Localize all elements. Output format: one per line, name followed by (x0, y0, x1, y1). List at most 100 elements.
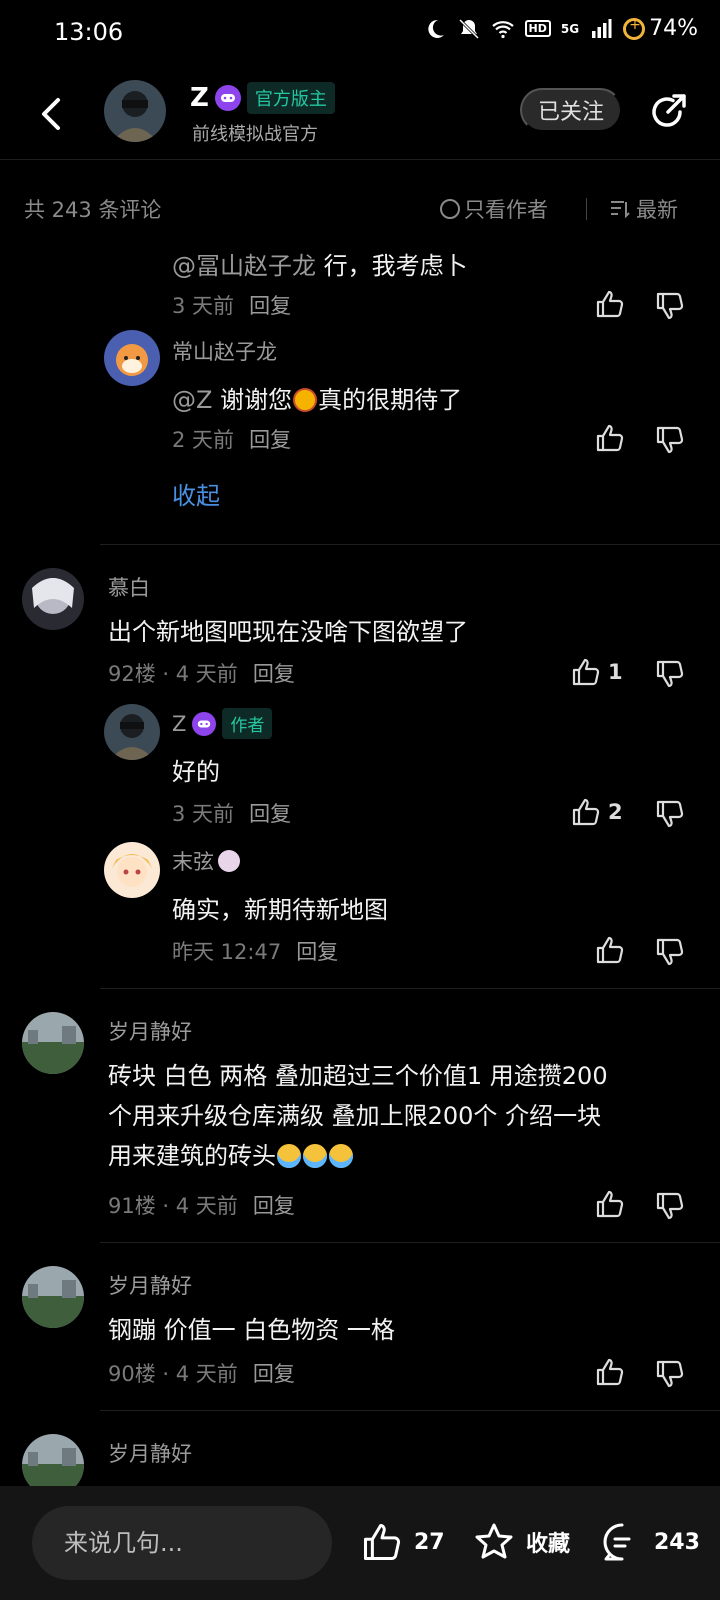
like-count: 1 (608, 660, 623, 684)
reply-time: 3 天前 (172, 294, 235, 318)
like-icon[interactable] (594, 422, 626, 454)
reply-button[interactable]: 回复 (253, 1362, 295, 1386)
reply-meta: 昨天 12:47 回复 (172, 936, 338, 966)
author-only-toggle[interactable]: 只看作者 (440, 194, 548, 224)
reply-text: 好的 (172, 758, 220, 786)
like-post-button[interactable]: 27 (360, 1520, 445, 1564)
like-icon[interactable] (594, 288, 626, 320)
comment-meta: 90楼 · 4 天前 回复 (108, 1358, 295, 1388)
comment-line-last: 用来建筑的砖头 (108, 1136, 708, 1176)
reply-button[interactable]: 回复 (249, 428, 291, 452)
commenter-name[interactable]: 岁月静好 (108, 1016, 192, 1046)
comment-meta: 91楼 · 4 天前 回复 (108, 1190, 295, 1220)
dislike-icon[interactable] (654, 936, 686, 968)
sort-icon (611, 201, 630, 219)
comment-count: 243 (654, 1529, 700, 1555)
commenter-name[interactable]: 岁月静好 (108, 1270, 192, 1300)
avatar[interactable] (22, 1012, 84, 1074)
dislike-icon[interactable] (654, 1190, 686, 1222)
author-name[interactable]: Z (190, 83, 209, 113)
dislike-icon[interactable] (654, 658, 686, 690)
comment-text: 砖块 白色 两格 叠加超过三个价值1 用途攒200 个用来升级仓库满级 叠加上限… (108, 1056, 708, 1176)
reply-body: 行，我考虑卜 (323, 252, 468, 280)
reply-text: 确实，新期待新地图 (172, 896, 388, 924)
reply-time: 2 天前 (172, 428, 235, 452)
crying-emoji-icon (329, 1144, 353, 1168)
gamepad-icon (192, 711, 217, 736)
author-only-label: 只看作者 (464, 198, 548, 222)
avatar[interactable] (22, 568, 84, 630)
follow-button[interactable]: 已关注 (520, 88, 622, 132)
avatar[interactable] (104, 704, 160, 760)
like-icon[interactable] (594, 934, 626, 966)
commenter-name[interactable]: 末弦 (172, 850, 214, 874)
comments-button[interactable]: 243 (600, 1520, 700, 1564)
favorite-label: 收藏 (526, 1532, 571, 1557)
grin-emoji-icon (293, 388, 318, 412)
share-icon[interactable] (646, 90, 690, 134)
comment-toolbar: 共 243 条评论 只看作者 最新 (0, 180, 720, 236)
divider (100, 988, 720, 989)
reply-name-row: Z 作者 (172, 708, 273, 739)
like-count: 2 (608, 800, 623, 824)
comment-icon (603, 1523, 631, 1561)
reply-button[interactable]: 回复 (253, 662, 295, 686)
comment-input[interactable]: 来说几句... (32, 1506, 332, 1580)
sort-label: 最新 (636, 198, 678, 222)
reply-button[interactable]: 回复 (249, 802, 291, 826)
divider (100, 1242, 720, 1243)
commenter-name[interactable]: 岁月静好 (108, 1438, 192, 1468)
like-icon[interactable] (570, 656, 602, 688)
reply-body-cont: 真的很期待了 (318, 386, 463, 414)
like-icon[interactable] (594, 1188, 626, 1220)
author-subtitle: 前线模拟战官方 (192, 124, 318, 145)
mention-link[interactable]: @Z (172, 386, 212, 414)
favorite-button[interactable]: 收藏 (472, 1520, 570, 1564)
crying-emoji-icon (277, 1144, 301, 1168)
user-badge-icon (218, 850, 240, 872)
reply-time: 昨天 12:47 (172, 940, 282, 964)
comment-meta: 92楼 · 4 天前 回复 (108, 658, 295, 688)
collapse-replies-link[interactable]: 收起 (172, 476, 220, 511)
wifi-icon (491, 20, 514, 38)
comment-text: 钢蹦 价值一 白色物资 一格 (108, 1316, 395, 1344)
avatar[interactable] (104, 842, 160, 898)
avatar[interactable] (22, 1266, 84, 1328)
bottom-action-bar: 来说几句... 27 收藏 243 (0, 1486, 720, 1600)
reply-meta: 3 天前 回复 (172, 798, 291, 828)
post-header: Z 官方版主 前线模拟战官方 已关注 (0, 70, 720, 160)
reply-button[interactable]: 回复 (253, 1194, 295, 1218)
comment-line: 砖块 白色 两格 叠加超过三个价值1 用途攒200 (108, 1062, 608, 1090)
author-name-row: Z 官方版主 (190, 82, 335, 114)
floor-time: 91楼 · 4 天前 (108, 1194, 238, 1218)
battery-icon (623, 17, 646, 40)
mention-link[interactable]: @冨山赵子龙 (172, 252, 316, 280)
reply-button[interactable]: 回复 (296, 940, 338, 964)
bell-mute-icon (458, 18, 479, 39)
signal-icon (592, 18, 612, 38)
status-time: 13:06 (54, 18, 124, 46)
author-avatar[interactable] (104, 80, 166, 142)
sort-toggle[interactable]: 最新 (608, 194, 678, 224)
avatar[interactable] (104, 330, 160, 386)
dislike-icon[interactable] (654, 424, 686, 456)
gamepad-icon (214, 85, 241, 111)
battery-label: 74% (649, 16, 698, 41)
dislike-icon[interactable] (654, 290, 686, 322)
commenter-name[interactable]: 常山赵子龙 (172, 336, 277, 366)
commenter-name[interactable]: Z (172, 712, 186, 736)
moon-icon (427, 19, 444, 38)
commenter-name[interactable]: 慕白 (108, 572, 150, 602)
reply-button[interactable]: 回复 (249, 294, 291, 318)
back-arrow-icon[interactable] (28, 90, 76, 138)
reply-text: @Z 谢谢您 真的很期待了 (172, 380, 462, 420)
dislike-icon[interactable] (654, 1358, 686, 1390)
status-icons: HD 5G 74% (423, 16, 698, 41)
dislike-icon[interactable] (654, 798, 686, 830)
like-icon[interactable] (570, 796, 602, 828)
like-icon[interactable] (594, 1356, 626, 1388)
reply-meta: 2 天前 回复 (172, 424, 291, 454)
comment-count: 共 243 条评论 (24, 198, 162, 222)
author-tag: 作者 (222, 708, 273, 739)
reply-text: @冨山赵子龙 行，我考虑卜 (172, 246, 468, 286)
